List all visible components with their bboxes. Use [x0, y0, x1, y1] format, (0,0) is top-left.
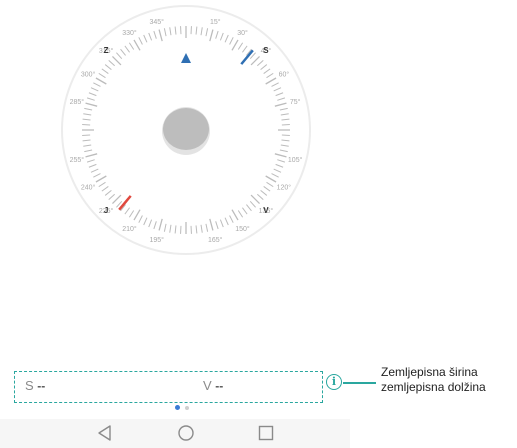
compass-degree-label: 210°: [122, 225, 137, 233]
compass-degree-label: 30°: [237, 29, 248, 37]
compass-degree-label: 330°: [122, 29, 137, 37]
compass-degree-label: 255°: [70, 156, 85, 164]
compass-degree-label: 240°: [81, 184, 96, 192]
longitude-prefix: V: [203, 378, 212, 393]
recents-icon[interactable]: [254, 419, 278, 448]
compass-degree-label: 150°: [235, 225, 250, 233]
callout-longitude-label: zemljepisna dolžina: [381, 380, 486, 394]
back-icon[interactable]: [93, 419, 117, 448]
compass-degree-label: 105°: [288, 156, 303, 164]
cardinal-east: V: [263, 206, 269, 215]
cardinal-west: Z: [104, 46, 109, 55]
home-icon[interactable]: [174, 419, 198, 448]
compass-degree-label: 285°: [70, 98, 85, 106]
longitude-value: --: [215, 379, 224, 393]
compass-degree-label: 165°: [208, 236, 223, 244]
info-icon[interactable]: i: [326, 374, 342, 390]
compass-dial: 15°30°45°60°75°105°120°135°150°165°195°2…: [61, 5, 311, 255]
callout-latitude-label: Zemljepisna širina: [381, 365, 478, 379]
callout-line: [343, 382, 376, 384]
page-indicator-active: [175, 405, 180, 410]
compass-degree-label: 120°: [277, 184, 292, 192]
cardinal-north: S: [263, 46, 269, 55]
coordinates-box: S -- V --: [14, 371, 323, 403]
page-indicator-inactive: [185, 406, 189, 410]
latitude-prefix: S: [25, 378, 34, 393]
navigation-bar: [0, 419, 350, 448]
compass-degree-label: 75°: [290, 98, 301, 106]
latitude-value: --: [37, 379, 46, 393]
compass-degree-label: 15°: [210, 18, 221, 26]
compass-degree-label: 195°: [150, 236, 165, 244]
callout-label: Zemljepisna širina zemljepisna dolžina: [381, 365, 486, 395]
cardinal-south: J: [104, 206, 108, 215]
latitude-readout: S --: [25, 378, 45, 393]
longitude-readout: V --: [203, 378, 223, 393]
compass-center: [163, 108, 209, 150]
compass-degree-label: 345°: [150, 18, 165, 26]
compass-degree-label: 300°: [81, 71, 96, 79]
compass-degree-label: 60°: [279, 71, 290, 79]
